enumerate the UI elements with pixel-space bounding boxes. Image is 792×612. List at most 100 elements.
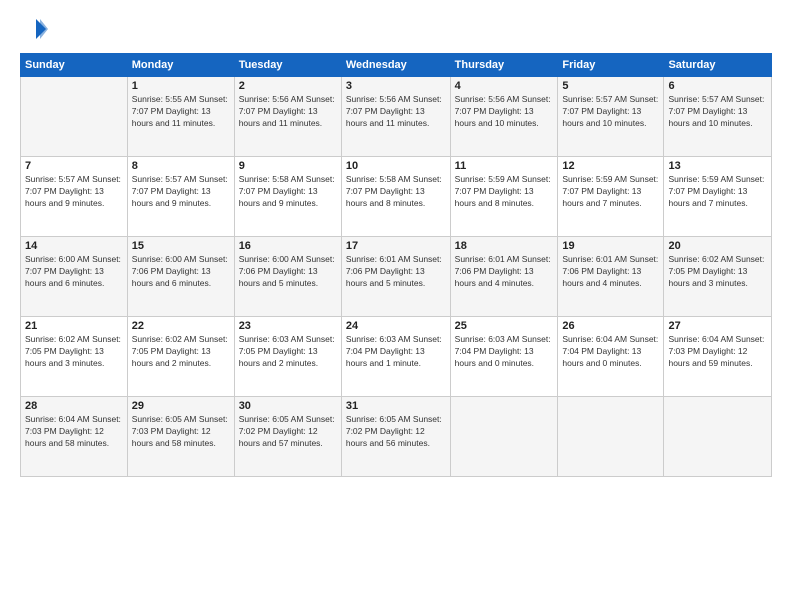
logo: [20, 15, 52, 43]
calendar-row: 1 Sunrise: 5:55 AM Sunset: 7:07 PM Daylig…: [21, 77, 772, 157]
calendar-cell: [558, 397, 664, 477]
calendar-cell: 25 Sunrise: 6:03 AM Sunset: 7:04 PM Dayli…: [450, 317, 558, 397]
calendar-cell: 6 Sunrise: 5:57 AM Sunset: 7:07 PM Daylig…: [664, 77, 772, 157]
day-number: 5: [562, 80, 659, 92]
cell-info: Sunrise: 5:59 AM Sunset: 7:07 PM Dayligh…: [455, 174, 554, 210]
cell-info: Sunrise: 6:01 AM Sunset: 7:06 PM Dayligh…: [346, 254, 446, 290]
cell-info: Sunrise: 6:05 AM Sunset: 7:02 PM Dayligh…: [239, 414, 337, 450]
calendar-row: 7 Sunrise: 5:57 AM Sunset: 7:07 PM Daylig…: [21, 157, 772, 237]
cell-info: Sunrise: 6:03 AM Sunset: 7:05 PM Dayligh…: [239, 334, 337, 370]
calendar-cell: 14Sunrise: 6:00 AM Sunset: 7:07 PM Dayli…: [21, 237, 128, 317]
day-number: 31: [346, 400, 446, 412]
day-number: 19: [562, 240, 659, 252]
calendar-cell: 8 Sunrise: 5:57 AM Sunset: 7:07 PM Daylig…: [127, 157, 234, 237]
weekday-header-tuesday: Tuesday: [234, 54, 341, 77]
cell-info: Sunrise: 5:56 AM Sunset: 7:07 PM Dayligh…: [346, 94, 446, 130]
day-number: 25: [455, 320, 554, 332]
cell-info: Sunrise: 5:56 AM Sunset: 7:07 PM Dayligh…: [455, 94, 554, 130]
day-number: 11: [455, 160, 554, 172]
calendar-cell: 30 Sunrise: 6:05 AM Sunset: 7:02 PM Dayli…: [234, 397, 341, 477]
calendar-cell: 29Sunrise: 6:05 AM Sunset: 7:03 PM Dayli…: [127, 397, 234, 477]
calendar-cell: 13 Sunrise: 5:59 AM Sunset: 7:07 PM Dayli…: [664, 157, 772, 237]
day-number: 8: [132, 160, 230, 172]
calendar-cell: 26 Sunrise: 6:04 AM Sunset: 7:04 PM Dayli…: [558, 317, 664, 397]
cell-info: Sunrise: 6:01 AM Sunset: 7:06 PM Dayligh…: [562, 254, 659, 290]
header: [20, 15, 772, 43]
day-number: 4: [455, 80, 554, 92]
weekday-header-row: SundayMondayTuesdayWednesdayThursdayFrid…: [21, 54, 772, 77]
logo-icon: [20, 15, 48, 43]
cell-info: Sunrise: 5:57 AM Sunset: 7:07 PM Dayligh…: [25, 174, 123, 210]
calendar-cell: 12 Sunrise: 5:59 AM Sunset: 7:07 PM Dayli…: [558, 157, 664, 237]
calendar-cell: 10Sunrise: 5:58 AM Sunset: 7:07 PM Dayli…: [341, 157, 450, 237]
cell-info: Sunrise: 5:59 AM Sunset: 7:07 PM Dayligh…: [668, 174, 767, 210]
cell-info: Sunrise: 5:58 AM Sunset: 7:07 PM Dayligh…: [346, 174, 446, 210]
cell-info: Sunrise: 5:57 AM Sunset: 7:07 PM Dayligh…: [668, 94, 767, 130]
page: SundayMondayTuesdayWednesdayThursdayFrid…: [0, 0, 792, 612]
cell-info: Sunrise: 5:57 AM Sunset: 7:07 PM Dayligh…: [562, 94, 659, 130]
day-number: 2: [239, 80, 337, 92]
calendar-cell: 1 Sunrise: 5:55 AM Sunset: 7:07 PM Daylig…: [127, 77, 234, 157]
calendar-cell: 17Sunrise: 6:01 AM Sunset: 7:06 PM Dayli…: [341, 237, 450, 317]
calendar-cell: 27Sunrise: 6:04 AM Sunset: 7:03 PM Dayli…: [664, 317, 772, 397]
day-number: 26: [562, 320, 659, 332]
day-number: 22: [132, 320, 230, 332]
cell-info: Sunrise: 6:05 AM Sunset: 7:02 PM Dayligh…: [346, 414, 446, 450]
day-number: 23: [239, 320, 337, 332]
cell-info: Sunrise: 6:00 AM Sunset: 7:07 PM Dayligh…: [25, 254, 123, 290]
calendar-cell: 18Sunrise: 6:01 AM Sunset: 7:06 PM Dayli…: [450, 237, 558, 317]
cell-info: Sunrise: 5:56 AM Sunset: 7:07 PM Dayligh…: [239, 94, 337, 130]
cell-info: Sunrise: 5:59 AM Sunset: 7:07 PM Dayligh…: [562, 174, 659, 210]
calendar-cell: 5 Sunrise: 5:57 AM Sunset: 7:07 PM Daylig…: [558, 77, 664, 157]
weekday-header-friday: Friday: [558, 54, 664, 77]
cell-info: Sunrise: 6:00 AM Sunset: 7:06 PM Dayligh…: [132, 254, 230, 290]
weekday-header-saturday: Saturday: [664, 54, 772, 77]
day-number: 20: [668, 240, 767, 252]
calendar-cell: 2 Sunrise: 5:56 AM Sunset: 7:07 PM Daylig…: [234, 77, 341, 157]
calendar-cell: 3 Sunrise: 5:56 AM Sunset: 7:07 PM Daylig…: [341, 77, 450, 157]
cell-info: Sunrise: 5:58 AM Sunset: 7:07 PM Dayligh…: [239, 174, 337, 210]
day-number: 3: [346, 80, 446, 92]
calendar-cell: 21Sunrise: 6:02 AM Sunset: 7:05 PM Dayli…: [21, 317, 128, 397]
calendar-cell: 4 Sunrise: 5:56 AM Sunset: 7:07 PM Daylig…: [450, 77, 558, 157]
cell-info: Sunrise: 5:57 AM Sunset: 7:07 PM Dayligh…: [132, 174, 230, 210]
calendar-cell: 28Sunrise: 6:04 AM Sunset: 7:03 PM Dayli…: [21, 397, 128, 477]
calendar-cell: 22 Sunrise: 6:02 AM Sunset: 7:05 PM Dayli…: [127, 317, 234, 397]
calendar-cell: [664, 397, 772, 477]
day-number: 27: [668, 320, 767, 332]
cell-info: Sunrise: 6:04 AM Sunset: 7:04 PM Dayligh…: [562, 334, 659, 370]
weekday-header-monday: Monday: [127, 54, 234, 77]
calendar-table: SundayMondayTuesdayWednesdayThursdayFrid…: [20, 53, 772, 477]
day-number: 13: [668, 160, 767, 172]
cell-info: Sunrise: 6:03 AM Sunset: 7:04 PM Dayligh…: [346, 334, 446, 370]
cell-info: Sunrise: 6:02 AM Sunset: 7:05 PM Dayligh…: [132, 334, 230, 370]
cell-info: Sunrise: 6:02 AM Sunset: 7:05 PM Dayligh…: [668, 254, 767, 290]
cell-info: Sunrise: 6:00 AM Sunset: 7:06 PM Dayligh…: [239, 254, 337, 290]
cell-info: Sunrise: 6:01 AM Sunset: 7:06 PM Dayligh…: [455, 254, 554, 290]
day-number: 7: [25, 160, 123, 172]
cell-info: Sunrise: 6:03 AM Sunset: 7:04 PM Dayligh…: [455, 334, 554, 370]
day-number: 9: [239, 160, 337, 172]
calendar-cell: 20 Sunrise: 6:02 AM Sunset: 7:05 PM Dayli…: [664, 237, 772, 317]
day-number: 6: [668, 80, 767, 92]
cell-info: Sunrise: 6:05 AM Sunset: 7:03 PM Dayligh…: [132, 414, 230, 450]
cell-info: Sunrise: 5:55 AM Sunset: 7:07 PM Dayligh…: [132, 94, 230, 130]
calendar-cell: [21, 77, 128, 157]
calendar-cell: 15Sunrise: 6:00 AM Sunset: 7:06 PM Dayli…: [127, 237, 234, 317]
cell-info: Sunrise: 6:02 AM Sunset: 7:05 PM Dayligh…: [25, 334, 123, 370]
day-number: 30: [239, 400, 337, 412]
day-number: 12: [562, 160, 659, 172]
calendar-cell: 24 Sunrise: 6:03 AM Sunset: 7:04 PM Dayli…: [341, 317, 450, 397]
calendar-row: 28Sunrise: 6:04 AM Sunset: 7:03 PM Dayli…: [21, 397, 772, 477]
calendar-cell: 9 Sunrise: 5:58 AM Sunset: 7:07 PM Daylig…: [234, 157, 341, 237]
day-number: 24: [346, 320, 446, 332]
calendar-row: 21Sunrise: 6:02 AM Sunset: 7:05 PM Dayli…: [21, 317, 772, 397]
calendar-cell: 16Sunrise: 6:00 AM Sunset: 7:06 PM Dayli…: [234, 237, 341, 317]
calendar-cell: 19 Sunrise: 6:01 AM Sunset: 7:06 PM Dayli…: [558, 237, 664, 317]
calendar-row: 14Sunrise: 6:00 AM Sunset: 7:07 PM Dayli…: [21, 237, 772, 317]
calendar-cell: [450, 397, 558, 477]
weekday-header-wednesday: Wednesday: [341, 54, 450, 77]
weekday-header-sunday: Sunday: [21, 54, 128, 77]
day-number: 1: [132, 80, 230, 92]
cell-info: Sunrise: 6:04 AM Sunset: 7:03 PM Dayligh…: [25, 414, 123, 450]
